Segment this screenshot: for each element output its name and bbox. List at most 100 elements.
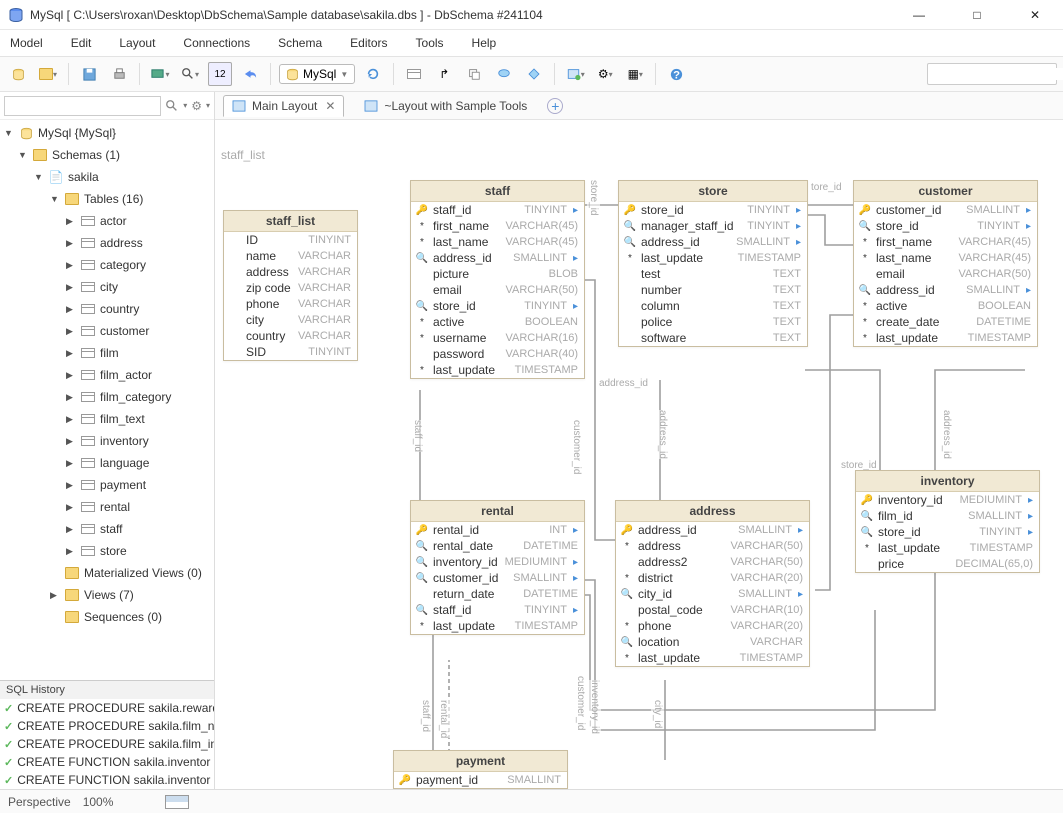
column-address_id[interactable]: 🔍address_idSMALLINT▸ — [411, 250, 584, 266]
screen-icon[interactable]: ▾ — [148, 62, 172, 86]
entity-customer[interactable]: customer🔑customer_idSMALLINT▸🔍store_idTI… — [853, 180, 1038, 347]
column-last_update[interactable]: *last_updateTIMESTAMP — [411, 618, 584, 634]
tree[interactable]: ▼MySql {MySql} ▼Schemas (1) ▼📄sakila ▼Ta… — [0, 120, 214, 680]
column-customer_id[interactable]: 🔑customer_idSMALLINT▸ — [854, 202, 1037, 218]
tree-table-language[interactable]: ▶language — [0, 452, 214, 474]
column-price[interactable]: priceDECIMAL(65,0) — [856, 556, 1039, 572]
column-city_id[interactable]: 🔍city_idSMALLINT▸ — [616, 586, 809, 602]
column-postal_code[interactable]: postal_codeVARCHAR(10) — [616, 602, 809, 618]
column-software[interactable]: softwareTEXT — [619, 330, 807, 346]
column-last_update[interactable]: *last_updateTIMESTAMP — [854, 330, 1037, 346]
column-location[interactable]: 🔍locationVARCHAR — [616, 634, 809, 650]
close-button[interactable]: ✕ — [1015, 1, 1055, 29]
column-city[interactable]: cityVARCHAR — [224, 312, 357, 328]
tree-tables[interactable]: ▼Tables (16) — [0, 188, 214, 210]
tree-table-film_actor[interactable]: ▶film_actor — [0, 364, 214, 386]
gear-icon[interactable]: ⚙ — [191, 99, 202, 113]
tab-main-layout[interactable]: Main Layout ✕ — [223, 95, 344, 117]
column-address_id[interactable]: 🔍address_idSMALLINT▸ — [854, 282, 1037, 298]
history-item[interactable]: ✓CREATE PROCEDURE sakila.film_in — [0, 735, 214, 753]
column-email[interactable]: emailVARCHAR(50) — [854, 266, 1037, 282]
entity-inventory[interactable]: inventory🔑inventory_idMEDIUMINT▸🔍film_id… — [855, 470, 1040, 573]
menu-help[interactable]: Help — [472, 36, 497, 50]
tree-views[interactable]: ▶Views (7) — [0, 584, 214, 606]
column-number[interactable]: numberTEXT — [619, 282, 807, 298]
entity-staff[interactable]: staff🔑staff_idTINYINT▸*first_nameVARCHAR… — [410, 180, 585, 379]
db-selector[interactable]: MySql ▼ — [279, 64, 355, 84]
column-staff_id[interactable]: 🔑staff_idTINYINT▸ — [411, 202, 584, 218]
entity-staff-list[interactable]: staff_listIDTINYINTnameVARCHARaddressVAR… — [223, 210, 358, 361]
tree-table-country[interactable]: ▶country — [0, 298, 214, 320]
undo-icon[interactable] — [238, 62, 262, 86]
tab-sample-tools[interactable]: ~Layout with Sample Tools — [356, 96, 535, 116]
tool3-icon[interactable]: ▦▾ — [623, 62, 647, 86]
new-db-icon[interactable] — [6, 62, 30, 86]
tree-schema-sakila[interactable]: ▼📄sakila — [0, 166, 214, 188]
history-item[interactable]: ✓CREATE FUNCTION sakila.inventor — [0, 753, 214, 771]
tree-table-film_text[interactable]: ▶film_text — [0, 408, 214, 430]
comment-icon[interactable] — [492, 62, 516, 86]
column-store_id[interactable]: 🔍store_idTINYINT▸ — [854, 218, 1037, 234]
perspective-icon[interactable] — [165, 795, 189, 809]
refresh-icon[interactable] — [361, 62, 385, 86]
tree-table-film_category[interactable]: ▶film_category — [0, 386, 214, 408]
open-icon[interactable]: ▾ — [36, 62, 60, 86]
column-police[interactable]: policeTEXT — [619, 314, 807, 330]
column-manager_staff_id[interactable]: 🔍manager_staff_idTINYINT▸ — [619, 218, 807, 234]
print-icon[interactable] — [107, 62, 131, 86]
column-name[interactable]: nameVARCHAR — [224, 248, 357, 264]
copy-icon[interactable] — [462, 62, 486, 86]
column-first_name[interactable]: *first_nameVARCHAR(45) — [411, 218, 584, 234]
column-rental_date[interactable]: 🔍rental_dateDATETIME — [411, 538, 584, 554]
column-email[interactable]: emailVARCHAR(50) — [411, 282, 584, 298]
column-address2[interactable]: address2VARCHAR(50) — [616, 554, 809, 570]
column-store_id[interactable]: 🔑store_idTINYINT▸ — [619, 202, 807, 218]
column-address[interactable]: addressVARCHAR — [224, 264, 357, 280]
diamond-icon[interactable] — [522, 62, 546, 86]
tree-root[interactable]: ▼MySql {MySql} — [0, 122, 214, 144]
menu-layout[interactable]: Layout — [119, 36, 155, 50]
menu-tools[interactable]: Tools — [416, 36, 444, 50]
column-phone[interactable]: *phoneVARCHAR(20) — [616, 618, 809, 634]
tree-search-input[interactable] — [4, 96, 161, 116]
menu-model[interactable]: Model — [10, 36, 43, 50]
zoom-icon[interactable]: ▾ — [178, 62, 202, 86]
column-create_date[interactable]: *create_dateDATETIME — [854, 314, 1037, 330]
tree-table-payment[interactable]: ▶payment — [0, 474, 214, 496]
column-store_id[interactable]: 🔍store_idTINYINT▸ — [411, 298, 584, 314]
entity-rental[interactable]: rental🔑rental_idINT▸🔍rental_dateDATETIME… — [410, 500, 585, 635]
history-item[interactable]: ✓CREATE FUNCTION sakila.inventor — [0, 771, 214, 789]
history-item[interactable]: ✓CREATE PROCEDURE sakila.film_nc — [0, 717, 214, 735]
diagram-canvas[interactable]: staff_list — [215, 120, 1063, 789]
tree-schemas[interactable]: ▼Schemas (1) — [0, 144, 214, 166]
column-active[interactable]: *activeBOOLEAN — [411, 314, 584, 330]
export-icon[interactable]: ↱ — [432, 62, 456, 86]
column-rental_id[interactable]: 🔑rental_idINT▸ — [411, 522, 584, 538]
tree-matviews[interactable]: Materialized Views (0) — [0, 562, 214, 584]
entity-address[interactable]: address🔑address_idSMALLINT▸*addressVARCH… — [615, 500, 810, 667]
table-icon[interactable] — [402, 62, 426, 86]
column-store_id[interactable]: 🔍store_idTINYINT▸ — [856, 524, 1039, 540]
tree-table-film[interactable]: ▶film — [0, 342, 214, 364]
column-last_update[interactable]: *last_updateTIMESTAMP — [856, 540, 1039, 556]
close-icon[interactable]: ✕ — [325, 99, 335, 113]
tree-table-city[interactable]: ▶city — [0, 276, 214, 298]
tree-sequences[interactable]: Sequences (0) — [0, 606, 214, 628]
tree-table-address[interactable]: ▶address — [0, 232, 214, 254]
minimize-button[interactable]: — — [899, 1, 939, 29]
column-staff_id[interactable]: 🔍staff_idTINYINT▸ — [411, 602, 584, 618]
tree-table-actor[interactable]: ▶actor — [0, 210, 214, 232]
tree-table-store[interactable]: ▶store — [0, 540, 214, 562]
history-item[interactable]: ✓CREATE PROCEDURE sakila.reward — [0, 699, 214, 717]
menu-connections[interactable]: Connections — [183, 36, 250, 50]
column-first_name[interactable]: *first_nameVARCHAR(45) — [854, 234, 1037, 250]
column-last_update[interactable]: *last_updateTIMESTAMP — [616, 650, 809, 666]
column-ID[interactable]: IDTINYINT — [224, 232, 357, 248]
column-inventory_id[interactable]: 🔍inventory_idMEDIUMINT▸ — [411, 554, 584, 570]
toolbar-search-input[interactable] — [932, 68, 1063, 80]
search-icon[interactable] — [165, 99, 179, 113]
tree-table-customer[interactable]: ▶customer — [0, 320, 214, 342]
help-icon[interactable]: ? — [664, 62, 688, 86]
menu-editors[interactable]: Editors — [350, 36, 387, 50]
save-icon[interactable] — [77, 62, 101, 86]
